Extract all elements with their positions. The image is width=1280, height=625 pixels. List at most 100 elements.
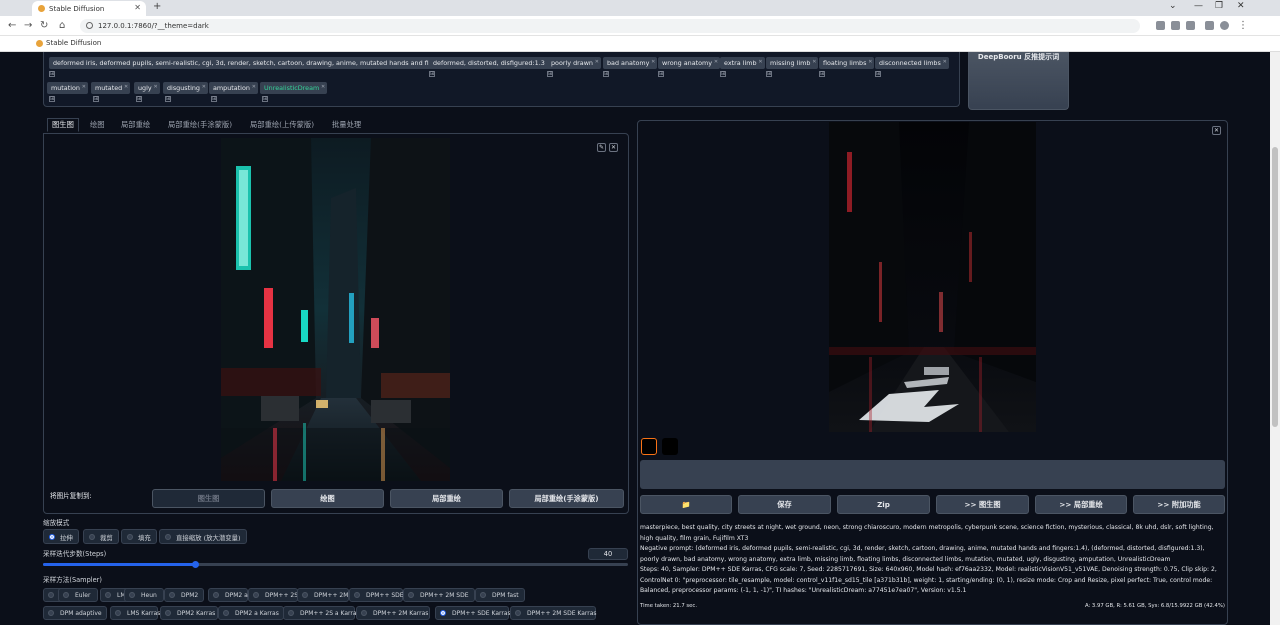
edit-icon[interactable]: ✎ — [597, 143, 606, 152]
resize-option-latent[interactable]: 直接缩放 (放大潜变量) — [159, 529, 247, 544]
sampler-option[interactable]: DPM adaptive — [43, 606, 107, 620]
tag-weight-icon[interactable]: ⊞ — [819, 71, 825, 77]
send-to-img2img-button[interactable]: >> 图生图 — [936, 495, 1029, 514]
tag-weight-icon[interactable]: ⊞ — [603, 71, 609, 77]
tag-weight-icon[interactable]: ⊞ — [720, 71, 726, 77]
output-thumbnail[interactable] — [662, 438, 678, 455]
tag-weight-icon[interactable]: ⊞ — [262, 96, 268, 102]
sampler-option[interactable]: DPM2 a Karras — [218, 606, 284, 620]
tag-weight-icon[interactable]: ⊞ — [211, 96, 217, 102]
reload-icon[interactable]: ↻ — [40, 20, 48, 31]
tag-chip[interactable]: disconnected limbs ✕ — [875, 57, 949, 69]
sampler-option[interactable]: DPM++ SDE Karras — [435, 606, 511, 620]
remove-tag-icon[interactable]: ✕ — [595, 59, 599, 65]
menu-icon[interactable]: ⋮ — [1238, 20, 1248, 31]
chevron-down-icon[interactable]: ⌄ — [1169, 1, 1177, 11]
tag-weight-icon[interactable]: ⊞ — [429, 71, 435, 77]
sampler-option[interactable]: DPM++ 2M SDE — [403, 588, 475, 602]
sampler-option[interactable]: Heun — [124, 588, 164, 602]
remove-tag-icon[interactable]: ✕ — [812, 59, 816, 65]
zip-button[interactable]: Zip — [837, 495, 930, 514]
send-to-extras-button[interactable]: >> 附加功能 — [1133, 495, 1225, 514]
forward-icon[interactable]: → — [24, 20, 32, 31]
tag-chip[interactable]: mutated ✕ — [91, 82, 131, 94]
remove-tag-icon[interactable]: ✕ — [124, 84, 128, 90]
remove-tag-icon[interactable]: ✕ — [868, 59, 872, 65]
copy-to-sketch-button[interactable]: 绘图 — [271, 489, 384, 508]
deepbooru-button[interactable]: DeepBooru 反推提示词 — [968, 52, 1069, 110]
browser-tab[interactable]: Stable Diffusion ✕ — [32, 1, 146, 16]
remove-tag-icon[interactable]: ✕ — [321, 84, 325, 90]
tag-chip[interactable]: disgusting ✕ — [163, 82, 208, 94]
tag-chip[interactable]: ugly ✕ — [134, 82, 160, 94]
tag-weight-icon[interactable]: ⊞ — [875, 71, 881, 77]
url-field[interactable]: 127.0.0.1:7860/?__theme=dark — [80, 19, 1140, 33]
tab-inpaint-sketch[interactable]: 局部重绘(手涂蒙版) — [168, 120, 232, 130]
sampler-option[interactable]: DPM fast — [475, 588, 525, 602]
restore-icon[interactable]: ❐ — [1215, 1, 1223, 11]
sampler-option[interactable]: LMS Karras — [110, 606, 160, 620]
tag-chip[interactable]: deformed, distorted, disfigured:1.3✕ — [429, 57, 553, 69]
scroll-thumb[interactable] — [1272, 147, 1278, 427]
site-info-icon[interactable] — [86, 22, 93, 29]
bookmark-item[interactable]: Stable Diffusion — [46, 39, 101, 47]
tag-weight-icon[interactable]: ⊞ — [165, 96, 171, 102]
tag-chip[interactable]: poorly drawn ✕ — [547, 57, 601, 69]
steps-slider[interactable] — [43, 561, 628, 568]
sampler-option[interactable]: DPM2 Karras — [160, 606, 218, 620]
sampler-option[interactable]: DPM++ 2M Karras — [356, 606, 430, 620]
copy-to-inpaint-button[interactable]: 局部重绘 — [390, 489, 503, 508]
back-icon[interactable]: ← — [8, 20, 16, 31]
tag-chip[interactable]: deformed iris, deformed pupils, semi-rea… — [49, 57, 468, 69]
home-icon[interactable]: ⌂ — [59, 20, 65, 31]
tag-chip[interactable]: wrong anatomy ✕ — [658, 57, 721, 69]
star-icon[interactable] — [1186, 21, 1195, 30]
tag-weight-icon[interactable]: ⊞ — [658, 71, 664, 77]
remove-tag-icon[interactable]: ✕ — [651, 59, 655, 65]
page-scrollbar[interactable] — [1270, 52, 1280, 625]
tab-batch[interactable]: 批量处理 — [332, 120, 361, 130]
tag-chip[interactable]: extra limb ✕ — [720, 57, 765, 69]
sampler-option[interactable]: DPM++ 2S a Karras — [283, 606, 360, 620]
remove-tag-icon[interactable]: ✕ — [714, 59, 718, 65]
tag-weight-icon[interactable]: ⊞ — [136, 96, 142, 102]
sampler-option[interactable]: Euler — [58, 588, 98, 602]
tag-weight-icon[interactable]: ⊞ — [49, 71, 55, 77]
profile-icon[interactable] — [1220, 21, 1229, 30]
close-output-icon[interactable]: ✕ — [1212, 126, 1221, 135]
sampler-option[interactable]: DPM2 — [164, 588, 204, 602]
share-icon[interactable] — [1171, 21, 1180, 30]
close-tab-icon[interactable]: ✕ — [134, 3, 141, 12]
remove-tag-icon[interactable]: ✕ — [943, 59, 947, 65]
remove-tag-icon[interactable]: ✕ — [202, 84, 206, 90]
tab-sketch[interactable]: 绘图 — [90, 120, 105, 130]
tag-chip[interactable]: bad anatomy ✕ — [603, 57, 658, 69]
send-to-inpaint-button[interactable]: >> 局部重绘 — [1035, 495, 1127, 514]
tag-weight-icon[interactable]: ⊞ — [766, 71, 772, 77]
copy-to-inpaint-sketch-button[interactable]: 局部重绘(手涂蒙版) — [509, 489, 624, 508]
remove-tag-icon[interactable]: ✕ — [252, 84, 256, 90]
tag-chip[interactable]: missing limb ✕ — [766, 57, 819, 69]
tag-chip[interactable]: amputation ✕ — [209, 82, 258, 94]
resize-option-crop[interactable]: 裁剪 — [83, 529, 119, 544]
sampler-option[interactable]: DPM++ 2M — [297, 588, 349, 602]
copy-to-img2img-button[interactable]: 图生图 — [152, 489, 265, 508]
output-image[interactable] — [829, 122, 1036, 432]
save-button[interactable]: 保存 — [738, 495, 831, 514]
tag-chip[interactable]: mutation ✕ — [47, 82, 88, 94]
minimize-icon[interactable]: — — [1194, 1, 1203, 11]
tag-chip-embedding[interactable]: UnrealisticDream ✕ — [260, 82, 328, 94]
tab-inpaint[interactable]: 局部重绘 — [121, 120, 150, 130]
close-window-icon[interactable]: ✕ — [1237, 1, 1245, 11]
sidepanel-icon[interactable] — [1205, 21, 1214, 30]
sampler-option[interactable]: DPM2 a — [208, 588, 248, 602]
remove-tag-icon[interactable]: ✕ — [758, 59, 762, 65]
resize-option-fill[interactable]: 填充 — [121, 529, 157, 544]
resize-option-stretch[interactable]: 拉伸 — [43, 529, 79, 544]
output-thumbnail[interactable] — [641, 438, 657, 455]
tab-inpaint-upload[interactable]: 局部重绘(上传蒙版) — [250, 120, 314, 130]
open-folder-button[interactable]: 📁 — [640, 495, 732, 514]
tag-weight-icon[interactable]: ⊞ — [547, 71, 553, 77]
steps-slider-handle[interactable] — [192, 561, 200, 568]
new-tab-icon[interactable]: + — [153, 1, 161, 12]
